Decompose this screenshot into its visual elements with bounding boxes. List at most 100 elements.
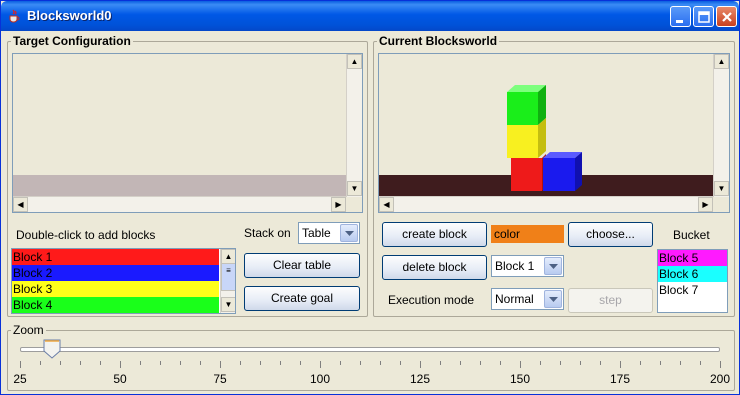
color-swatch: color [491, 225, 564, 243]
block-list[interactable]: Block 1 Block 2 Block 3 Block 4 ▲ ≡ ▼ [11, 248, 236, 314]
bucket-list[interactable]: Block 5 Block 6 Block 7 [657, 249, 728, 313]
list-item[interactable]: Block 3 [12, 281, 219, 297]
block-stack [507, 85, 582, 191]
zoom-tick [220, 361, 221, 368]
step-button[interactable]: step [568, 288, 653, 313]
zoom-slider-thumb[interactable] [43, 339, 61, 359]
execution-mode-value: Normal [495, 292, 534, 306]
blue-block[interactable] [543, 152, 582, 191]
minimize-button[interactable] [670, 6, 691, 27]
zoom-tick-label: 75 [213, 372, 227, 386]
chevron-down-icon[interactable] [544, 290, 562, 308]
zoom-tick-label: 100 [309, 372, 331, 386]
scroll-down-icon[interactable]: ▼ [221, 297, 235, 312]
zoom-tick [160, 361, 161, 365]
zoom-tick [240, 361, 241, 365]
zoom-tick [440, 361, 441, 365]
stack-on-label: Stack on [244, 226, 291, 240]
double-click-hint: Double-click to add blocks [16, 228, 156, 242]
zoom-tick-label: 50 [113, 372, 127, 386]
zoom-tick [380, 361, 381, 365]
list-item[interactable]: Block 2 [12, 265, 219, 281]
block-select-value: Block 1 [495, 259, 535, 273]
zoom-tick [620, 361, 621, 368]
zoom-tick-label: 25 [13, 372, 27, 386]
clear-table-button[interactable]: Clear table [244, 253, 360, 278]
window-title: Blocksworld0 [27, 8, 112, 23]
list-item[interactable]: Block 7 [658, 282, 727, 298]
zoom-tick [500, 361, 501, 365]
scroll-up-icon[interactable]: ▲ [714, 54, 729, 69]
block-select[interactable]: Block 1 [491, 255, 564, 277]
scroll-right-icon[interactable]: ▶ [331, 197, 346, 212]
zoom-tick [400, 361, 401, 365]
zoom-tick [120, 361, 121, 368]
scroll-left-icon[interactable]: ◀ [13, 197, 28, 212]
target-vertical-scrollbar[interactable]: ▲ ▼ [346, 54, 362, 197]
zoom-tick [480, 361, 481, 365]
scroll-left-icon[interactable]: ◀ [379, 197, 394, 212]
stack-on-value: Table [302, 226, 331, 240]
bucket-label: Bucket [673, 228, 710, 242]
red-block[interactable] [511, 154, 546, 191]
create-goal-button[interactable]: Create goal [244, 286, 360, 311]
zoom-tick [320, 361, 321, 368]
block-list-scrollbar[interactable]: ▲ ≡ ▼ [220, 249, 235, 313]
scroll-up-icon[interactable]: ▲ [347, 54, 362, 69]
current-canvas[interactable]: ▲ ▼ ◀ ▶ [378, 53, 730, 213]
zoom-tick [360, 361, 361, 365]
zoom-slider-track[interactable] [20, 347, 720, 352]
zoom-title: Zoom [11, 323, 46, 337]
zoom-tick-label: 150 [509, 372, 531, 386]
chevron-down-icon[interactable] [544, 257, 562, 275]
zoom-tick [300, 361, 301, 365]
zoom-tick [460, 361, 461, 365]
green-block[interactable] [507, 85, 546, 125]
app-window: Blocksworld0 Target Configuration ▲ ▼ ◀ … [0, 0, 740, 395]
zoom-tick [200, 361, 201, 365]
zoom-tick [80, 361, 81, 365]
execution-mode-label: Execution mode [388, 293, 475, 307]
target-configuration-title: Target Configuration [11, 34, 133, 48]
choose-color-button[interactable]: choose... [568, 222, 653, 247]
zoom-tick-label: 175 [609, 372, 631, 386]
maximize-button[interactable] [693, 6, 714, 27]
chevron-down-icon[interactable] [340, 224, 358, 242]
target-horizontal-scrollbar[interactable]: ◀ ▶ [13, 196, 346, 212]
scroll-down-icon[interactable]: ▼ [347, 181, 362, 196]
scroll-right-icon[interactable]: ▶ [698, 197, 713, 212]
stack-on-select[interactable]: Table [298, 222, 360, 244]
list-item[interactable]: Block 4 [12, 297, 219, 313]
zoom-tick [20, 361, 21, 368]
create-block-button[interactable]: create block [382, 222, 487, 247]
scroll-up-icon[interactable]: ▲ [221, 249, 235, 264]
zoom-tick [520, 361, 521, 368]
execution-mode-select[interactable]: Normal [491, 288, 564, 310]
zoom-tick [180, 361, 181, 365]
list-item[interactable]: Block 1 [12, 249, 219, 265]
current-vertical-scrollbar[interactable]: ▲ ▼ [713, 54, 729, 197]
target-table-surface [13, 175, 346, 197]
zoom-tick [720, 361, 721, 368]
zoom-tick [40, 361, 41, 365]
zoom-tick-label: 200 [709, 372, 731, 386]
current-horizontal-scrollbar[interactable]: ◀ ▶ [379, 196, 713, 212]
list-item[interactable]: Block 5 [658, 250, 727, 266]
zoom-tick [280, 361, 281, 365]
close-button[interactable] [716, 6, 737, 27]
scroll-thumb[interactable]: ≡ [221, 263, 235, 291]
title-bar[interactable]: Blocksworld0 [1, 1, 739, 31]
zoom-tick [700, 361, 701, 365]
zoom-tick [680, 361, 681, 365]
zoom-tick [140, 361, 141, 365]
list-item[interactable]: Block 6 [658, 266, 727, 282]
zoom-tick [340, 361, 341, 365]
zoom-tick-label: 125 [409, 372, 431, 386]
target-canvas[interactable]: ▲ ▼ ◀ ▶ [12, 53, 363, 213]
maximize-icon [698, 11, 710, 23]
close-icon [722, 12, 732, 22]
zoom-tick [100, 361, 101, 365]
delete-block-button[interactable]: delete block [382, 255, 487, 280]
zoom-tick [560, 361, 561, 365]
scroll-down-icon[interactable]: ▼ [714, 181, 729, 196]
